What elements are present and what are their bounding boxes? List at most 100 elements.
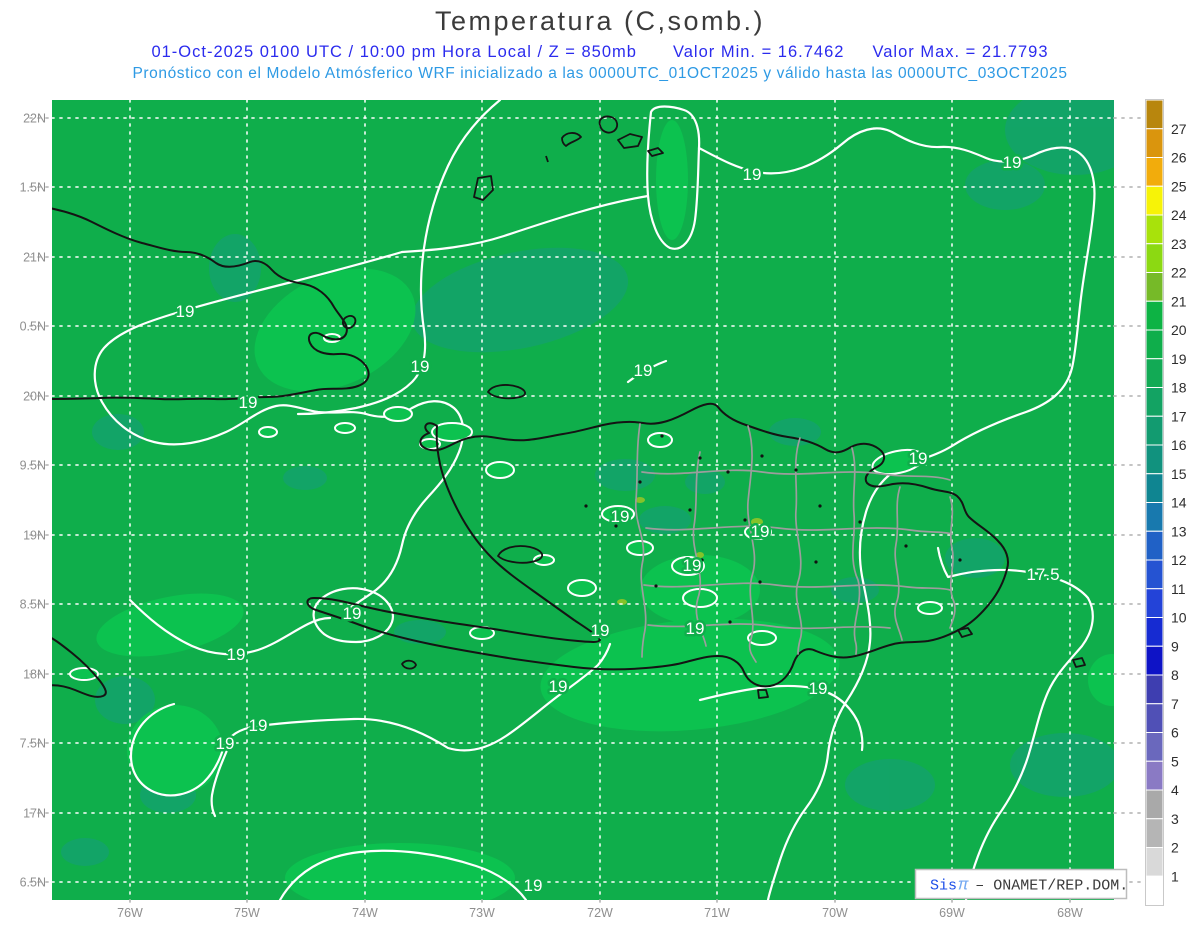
watermark: Sisπ – ONAMET/REP.DOM.: [914, 868, 1128, 900]
contour-label: 19: [809, 679, 828, 698]
colorbar-tick-label: 9: [1171, 638, 1179, 654]
subtitle-model: Pronóstico con el Modelo Atmósferico WRF…: [132, 65, 1068, 82]
contour-label: 19: [743, 165, 762, 184]
lon-axis-label: 74W: [352, 906, 378, 920]
colorbar-tick-label: 14: [1171, 495, 1187, 511]
colorbar-segment: [1145, 645, 1164, 676]
colorbar: 2726252423222120191817161514131211109876…: [1145, 99, 1187, 906]
contour-label: 19: [549, 677, 568, 696]
lat-axis-label: 0.5N: [20, 320, 46, 334]
colorbar-tick-label: 26: [1171, 150, 1187, 166]
contour-label: 19: [683, 556, 702, 575]
colorbar-tick-label: 1: [1171, 868, 1179, 884]
contour-label: 19: [176, 302, 195, 321]
colorbar-segment: [1145, 243, 1164, 273]
watermark-onamet: – ONAMET/REP.DOM.: [975, 878, 1128, 895]
subtitle-datetime-text: 01-Oct-2025 0100 UTC / 10:00 pm Hora Loc…: [151, 43, 637, 61]
colorbar-segment: [1145, 502, 1164, 532]
colorbar-segment: [1145, 358, 1164, 388]
colorbar-segment: [1145, 128, 1164, 158]
lat-axis-label: 6.5N: [20, 876, 46, 890]
contour-label: 19: [634, 361, 653, 380]
contour-label: 19: [751, 522, 770, 541]
colorbar-segment: [1145, 588, 1164, 618]
lat-axis-label: 18N: [23, 668, 46, 682]
contour-label: 19: [343, 604, 362, 623]
lon-axis-label: 71W: [704, 906, 730, 920]
watermark-pi-icon: π: [958, 877, 969, 896]
lat-axis-label: 9.5N: [20, 459, 46, 473]
lat-axis-label: 1.5N: [20, 181, 46, 195]
colorbar-segment: [1145, 530, 1164, 561]
contour-label: 19: [524, 876, 543, 895]
contour-label: 19: [249, 716, 268, 735]
colorbar-segment: [1145, 415, 1164, 446]
colorbar-segment: [1145, 214, 1164, 245]
colorbar-tick-label: 20: [1171, 322, 1187, 338]
weather-map-svg: 1919191919191919191919 191919191919 191917…: [20, 99, 1187, 920]
colorbar-tick-label: 12: [1171, 552, 1187, 568]
colorbar-segment: [1145, 559, 1164, 590]
lon-axis-label: 76W: [117, 906, 143, 920]
lon-axis-label: 68W: [1057, 906, 1083, 920]
lat-axis-label: 17N: [23, 807, 46, 821]
colorbar-tick-label: 10: [1171, 610, 1187, 626]
colorbar-tick-label: 6: [1171, 725, 1179, 741]
colorbar-segment: [1145, 818, 1164, 848]
contour-label: 19: [227, 645, 246, 664]
lat-axis-label: 21N: [23, 251, 46, 265]
colorbar-segment: [1145, 760, 1164, 791]
lat-axis-label: 8.5N: [20, 598, 46, 612]
contour-label: 17.5: [1026, 565, 1059, 584]
contour-label: 19: [686, 619, 705, 638]
colorbar-tick-label: 8: [1171, 667, 1179, 683]
colorbar-tick-label: 15: [1171, 466, 1187, 482]
colorbar-segment: [1145, 157, 1164, 187]
colorbar-tick-label: 13: [1171, 523, 1187, 539]
colorbar-tick-label: 16: [1171, 437, 1187, 453]
colorbar-segment: [1145, 789, 1164, 820]
colorbar-segment: [1145, 99, 1164, 130]
subtitle-datetime: 01-Oct-2025 0100 UTC / 10:00 pm Hora Loc…: [0, 43, 1200, 62]
colorbar-tick-label: 11: [1171, 581, 1186, 597]
colorbar-segment: [1145, 185, 1164, 216]
colorbar-tick-label: 22: [1171, 265, 1187, 281]
lat-axis-label: 7.5N: [20, 737, 46, 751]
valor-min-label: Valor Min. = 16.7462: [672, 43, 845, 61]
colorbar-segment: [1145, 473, 1164, 503]
colorbar-tick-label: 18: [1171, 380, 1187, 396]
lat-axis-label: 20N: [23, 390, 46, 404]
colorbar-segment: [1145, 703, 1164, 733]
colorbar-segment: [1145, 272, 1164, 302]
lat-axis-label: 22N: [23, 112, 46, 126]
colorbar-tick-label: 24: [1171, 207, 1187, 223]
colorbar-segment: [1145, 617, 1164, 647]
field-base: [52, 100, 1114, 900]
colorbar-segment: [1145, 732, 1164, 762]
lon-axis-label: 75W: [234, 906, 260, 920]
colorbar-segment: [1145, 300, 1164, 331]
lon-axis-label: 72W: [587, 906, 613, 920]
colorbar-tick-label: 5: [1171, 753, 1179, 769]
colorbar-segment: [1145, 387, 1164, 417]
colorbar-segment: [1145, 875, 1164, 906]
contour-label: 19: [591, 621, 610, 640]
watermark-text: Sisπ – ONAMET/REP.DOM.: [930, 877, 1128, 896]
contour-label: 19: [611, 507, 630, 526]
contour-label: 19: [909, 449, 928, 468]
header: Temperatura (C,somb.) 01-Oct-2025 0100 U…: [0, 0, 1200, 83]
colorbar-segment: [1145, 444, 1164, 475]
colorbar-tick-label: 2: [1171, 840, 1179, 856]
contour-label: 19: [239, 393, 258, 412]
contour-label: 19: [216, 734, 235, 753]
watermark-sis: Sis: [930, 878, 957, 895]
colorbar-tick-label: 3: [1171, 811, 1179, 827]
colorbar-tick-label: 19: [1171, 351, 1187, 367]
colorbar-segment: [1145, 674, 1164, 705]
colorbar-tick-label: 21: [1171, 293, 1187, 309]
contour-label: 19: [1003, 153, 1022, 172]
colorbar-segment: [1145, 847, 1164, 877]
colorbar-tick-label: 23: [1171, 236, 1187, 252]
lon-axis-label: 73W: [469, 906, 495, 920]
lon-axis-label: 70W: [822, 906, 848, 920]
